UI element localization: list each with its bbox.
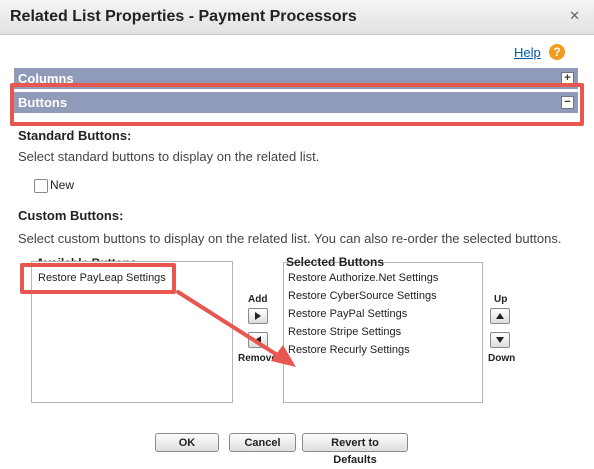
cancel-button[interactable]: Cancel <box>229 433 296 452</box>
annotation-arrow <box>176 290 296 367</box>
revert-to-defaults-button[interactable]: Revert to Defaults <box>302 433 408 466</box>
ok-button[interactable]: OK <box>155 433 219 452</box>
